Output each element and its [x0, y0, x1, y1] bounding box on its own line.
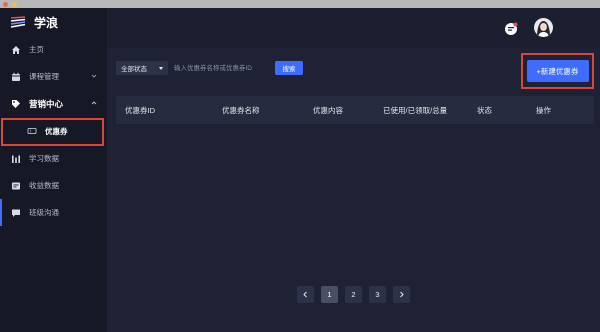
sidebar-item-label: 课程管理: [29, 72, 59, 81]
minimize-window-dot[interactable]: [12, 1, 17, 7]
sidebar-item-coupons[interactable]: 优惠券: [0, 117, 107, 146]
column-header-actions: 操作: [536, 106, 551, 115]
coupon-search-input[interactable]: [170, 61, 271, 75]
sidebar-item-home[interactable]: 主页: [0, 36, 107, 63]
top-bar: [107, 8, 600, 48]
chevron-down-icon: [91, 74, 97, 78]
new-coupon-highlight: +新建优惠券: [521, 53, 594, 89]
sidebar-item-label: 优惠券: [45, 126, 68, 136]
chat-icon: [10, 207, 21, 218]
new-coupon-button[interactable]: +新建优惠券: [526, 60, 589, 82]
app-window: 学浪 主页 课程管理 营销中心 优惠券 学习数据 收益数据 班级沟通 全部状态 …: [0, 0, 600, 332]
page-button-1[interactable]: 1: [321, 286, 338, 303]
sidebar-item-learning-data[interactable]: 学习数据: [0, 145, 107, 172]
sidebar: 学浪 主页 课程管理 营销中心 优惠券 学习数据 收益数据 班级沟通: [0, 8, 107, 332]
main-content: 全部状态 搜索 +新建优惠券 优惠券ID 优惠券名称 优惠内容 已使用/已领取/…: [107, 8, 600, 332]
coupon-icon: [26, 126, 37, 137]
tag-icon: [10, 98, 21, 109]
search-button[interactable]: 搜索: [275, 61, 303, 75]
chevron-up-icon: [91, 101, 97, 105]
sidebar-item-label: 班级沟通: [29, 208, 59, 217]
status-select[interactable]: 全部状态: [116, 61, 168, 75]
sidebar-item-revenue-data[interactable]: 收益数据: [0, 172, 107, 199]
column-header-status: 状态: [477, 106, 492, 115]
page-button-3[interactable]: 3: [369, 286, 386, 303]
status-select-value: 全部状态: [121, 66, 147, 73]
coupon-table-header: 优惠券ID 优惠券名称 优惠内容 已使用/已领取/总量 状态 操作: [116, 96, 594, 124]
sidebar-item-marketing-center[interactable]: 营销中心: [0, 90, 107, 117]
sidebar-item-course-management[interactable]: 课程管理: [0, 63, 107, 90]
filter-row: 全部状态 搜索: [116, 60, 303, 76]
sidebar-item-label: 主页: [29, 45, 44, 54]
column-header-coupon-name: 优惠券名称: [222, 106, 260, 115]
sidebar-item-label: 学习数据: [29, 154, 59, 163]
close-window-dot[interactable]: [3, 1, 8, 7]
prev-page-button[interactable]: [297, 286, 314, 303]
sidebar-item-label: 营销中心: [29, 98, 64, 109]
brand[interactable]: 学浪: [0, 8, 107, 36]
brand-logo-icon: [10, 16, 26, 28]
column-header-usage: 已使用/已领取/总量: [383, 106, 448, 115]
message-icon[interactable]: [504, 22, 518, 36]
bar-chart-icon: [10, 153, 21, 164]
column-header-coupon-content: 优惠内容: [313, 106, 343, 115]
window-titlebar: [0, 0, 600, 8]
brand-name: 学浪: [34, 15, 59, 30]
sidebar-item-class-chat[interactable]: 班级沟通: [0, 199, 107, 226]
calendar-icon: [10, 71, 21, 82]
chevron-right-icon: [400, 291, 404, 298]
wallet-icon: [10, 180, 21, 191]
caret-down-icon: [159, 66, 163, 70]
home-icon: [10, 44, 21, 55]
sidebar-item-label: 收益数据: [29, 181, 59, 190]
page-button-2[interactable]: 2: [345, 286, 362, 303]
pagination: 1 2 3: [297, 286, 410, 303]
chevron-left-icon: [303, 291, 307, 298]
next-page-button[interactable]: [393, 286, 410, 303]
user-avatar[interactable]: [534, 18, 553, 37]
column-header-coupon-id: 优惠券ID: [125, 106, 155, 115]
